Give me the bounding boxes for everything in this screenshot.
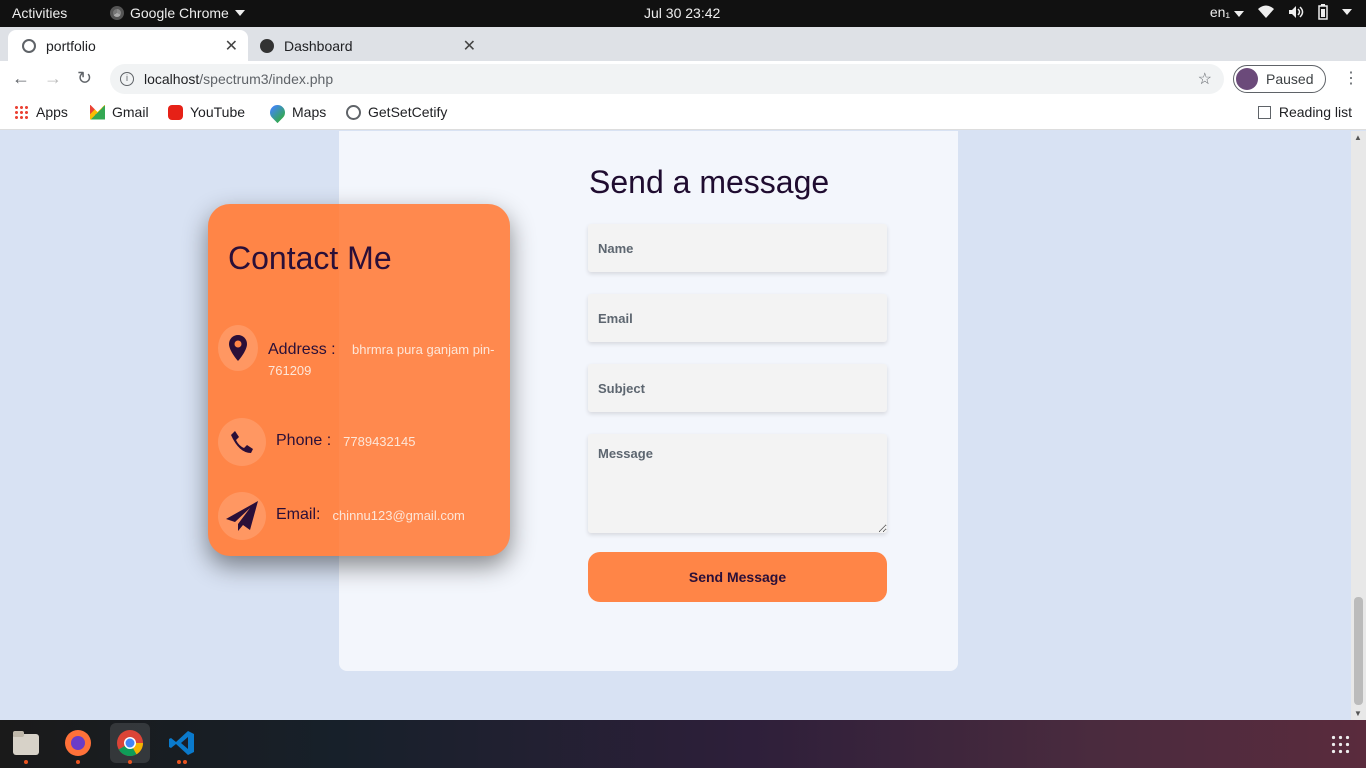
chevron-down-icon [234, 10, 245, 16]
files-icon [13, 731, 39, 755]
reading-list-button[interactable]: Reading list [1257, 104, 1352, 120]
subject-field[interactable] [588, 364, 887, 412]
activities-button[interactable]: Activities [12, 5, 67, 21]
globe-icon [22, 38, 36, 53]
chevron-down-icon [1342, 9, 1352, 15]
firefox-icon [65, 730, 91, 756]
message-field[interactable] [588, 434, 887, 533]
firefox-app[interactable] [58, 723, 98, 764]
profile-status: Paused [1266, 71, 1314, 87]
reading-list-label: Reading list [1278, 104, 1352, 120]
email-field[interactable] [588, 294, 887, 342]
app-menu[interactable]: Google Chrome [110, 5, 245, 21]
bookmark-label: Maps [292, 104, 327, 120]
scrollbar-thumb[interactable] [1354, 597, 1363, 705]
vscode-app[interactable] [162, 723, 202, 764]
more-menu-icon[interactable]: ⋮ [1343, 68, 1359, 88]
send-message-button[interactable]: Send Message [588, 552, 887, 602]
contact-card: Contact Me Address : bhrmra pura ganjam … [208, 204, 510, 556]
running-indicator [183, 760, 187, 764]
chrome-app[interactable] [110, 723, 150, 764]
close-icon[interactable]: ✕ [463, 36, 476, 56]
bookmark-maps[interactable]: Maps [266, 101, 327, 123]
reload-icon[interactable]: ↻ [77, 68, 92, 89]
running-indicator [24, 760, 28, 764]
contact-title: Contact Me [228, 240, 392, 276]
keyboard-layout-label: en₁ [1209, 4, 1231, 20]
globe-icon [346, 104, 361, 120]
contact-phone: Phone : 7789432145 [218, 418, 415, 466]
back-icon[interactable]: ← [12, 68, 30, 89]
youtube-icon [168, 104, 183, 120]
tab-portfolio[interactable]: portfolio ✕ [8, 30, 248, 61]
app-name: Google Chrome [130, 5, 229, 21]
close-icon[interactable]: ✕ [225, 36, 238, 56]
bookmark-label: GetSetCetify [368, 104, 448, 120]
show-applications-icon[interactable] [1330, 734, 1350, 754]
dashboard-favicon-icon [260, 38, 274, 53]
system-top-bar: Activities Google Chrome Jul 30 23:42 en… [0, 0, 1366, 27]
files-app[interactable] [6, 723, 46, 764]
page-scrollbar[interactable]: ▲ ▼ [1351, 131, 1366, 720]
running-indicator [76, 760, 80, 764]
url-path: /spectrum3/index.php [199, 71, 334, 87]
scroll-down-icon[interactable]: ▼ [1354, 709, 1362, 718]
maps-icon [266, 101, 289, 123]
address-label: Address : [268, 341, 336, 358]
contact-address: Address : bhrmra pura ganjam pin-761209 [218, 325, 498, 381]
forward-icon[interactable]: → [44, 68, 62, 89]
phone-label: Phone : [276, 432, 332, 449]
bookmark-gmail[interactable]: Gmail [90, 104, 149, 120]
wifi-icon [1258, 5, 1274, 18]
tab-title: Dashboard [284, 37, 353, 54]
email-value: chinnu123@gmail.com [332, 507, 465, 523]
profile-button[interactable]: Paused [1233, 65, 1326, 93]
bookmark-label: Apps [36, 104, 68, 120]
browser-toolbar: ← → ↻ i localhost/spectrum3/index.php ☆ … [0, 61, 1366, 97]
keyboard-layout[interactable]: en₁ [1210, 4, 1244, 20]
tab-title: portfolio [46, 37, 96, 54]
clock[interactable]: Jul 30 23:42 [644, 5, 720, 21]
reading-list-icon [1257, 105, 1271, 119]
url-host: localhost [144, 71, 200, 87]
bookmark-label: Gmail [112, 104, 149, 120]
chevron-down-icon [1234, 11, 1244, 17]
phone-value: 7789432145 [343, 433, 416, 449]
chrome-icon [117, 730, 144, 757]
running-indicator [128, 760, 132, 764]
bookmark-getsetcetify[interactable]: GetSetCetify [346, 104, 447, 120]
bookmark-youtube[interactable]: YouTube [168, 104, 245, 120]
address-bar[interactable]: i localhost/spectrum3/index.php ☆ [110, 64, 1224, 94]
bookmark-label: YouTube [190, 104, 246, 120]
volume-icon [1289, 6, 1304, 18]
name-field[interactable] [588, 224, 887, 272]
taskbar-dock [0, 720, 1366, 768]
phone-icon [218, 418, 266, 466]
bookmark-star-icon[interactable]: ☆ [1198, 69, 1212, 89]
form-title: Send a message [589, 164, 830, 200]
email-label: Email: [276, 506, 321, 523]
system-tray[interactable]: en₁ [1210, 4, 1352, 20]
running-indicator [177, 760, 181, 764]
info-icon[interactable]: i [120, 72, 134, 86]
battery-icon [1318, 4, 1328, 20]
page-viewport: Contact Me Address : bhrmra pura ganjam … [0, 131, 1366, 720]
tab-strip: portfolio ✕ Dashboard ✕ + — ❐ ✕ [0, 27, 1366, 82]
map-pin-icon [218, 325, 258, 371]
paper-plane-icon [218, 492, 266, 540]
gmail-icon [90, 104, 105, 120]
avatar [1236, 68, 1258, 90]
chrome-icon [110, 6, 124, 20]
bookmark-apps[interactable]: Apps [14, 104, 68, 120]
scroll-up-icon[interactable]: ▲ [1354, 133, 1362, 142]
contact-email: Email: chinnu123@gmail.com [218, 492, 465, 540]
tab-dashboard[interactable]: Dashboard ✕ [250, 30, 486, 61]
apps-grid-icon [14, 104, 29, 120]
bookmarks-bar: Apps Gmail YouTube Maps GetSetCetify Rea… [0, 97, 1366, 130]
vscode-icon [169, 731, 194, 755]
